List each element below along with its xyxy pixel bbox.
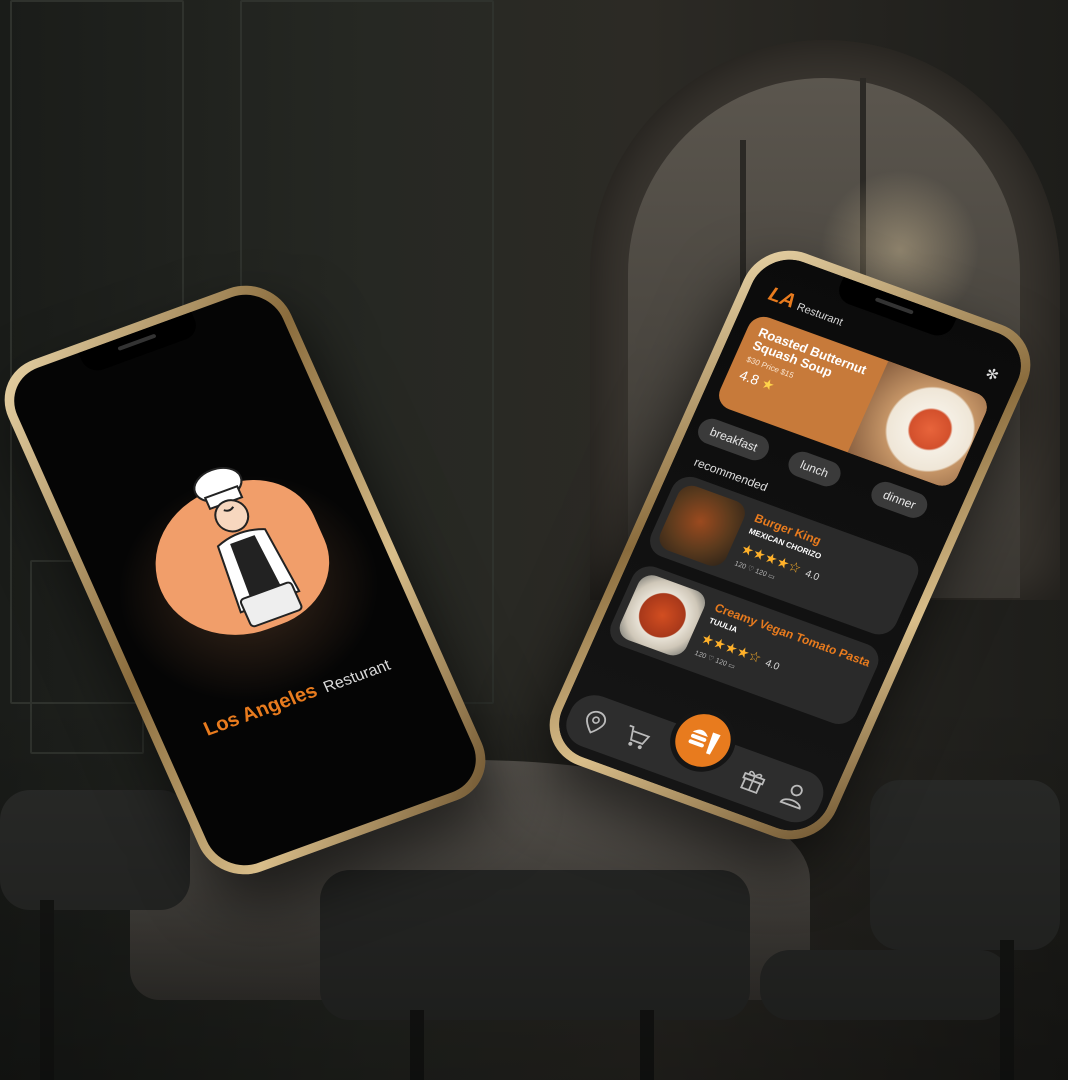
- chip-dinner[interactable]: dinner: [867, 478, 932, 522]
- chip-lunch[interactable]: lunch: [784, 448, 845, 490]
- burger-image: [655, 481, 750, 570]
- like-count: 120: [733, 560, 748, 571]
- item-rating: 4.0: [803, 568, 821, 584]
- featured-text: Roasted Butternut Squash Soup $30 Price …: [736, 325, 885, 427]
- comment-count: 120: [713, 657, 728, 668]
- gift-icon[interactable]: [736, 764, 771, 797]
- comment-icon[interactable]: ▭: [767, 573, 776, 582]
- profile-icon[interactable]: [777, 779, 812, 812]
- pasta-image: [615, 571, 710, 660]
- brand-short: LA: [765, 283, 800, 313]
- brand-name: Resturant: [794, 301, 845, 329]
- comment-icon[interactable]: ▭: [727, 662, 736, 671]
- chip-breakfast[interactable]: breakfast: [693, 415, 774, 465]
- featured-rating-value: 4.8: [736, 366, 762, 389]
- settings-icon[interactable]: ✻: [983, 365, 1005, 386]
- comment-count: 120: [753, 567, 768, 579]
- food-menu-button[interactable]: [666, 706, 740, 775]
- location-icon[interactable]: [577, 706, 612, 739]
- like-count: 120: [693, 649, 708, 661]
- cart-icon[interactable]: [619, 721, 654, 754]
- food-icon: [688, 729, 721, 755]
- star-icon: ★: [758, 374, 778, 394]
- item-rating: 4.0: [763, 657, 782, 673]
